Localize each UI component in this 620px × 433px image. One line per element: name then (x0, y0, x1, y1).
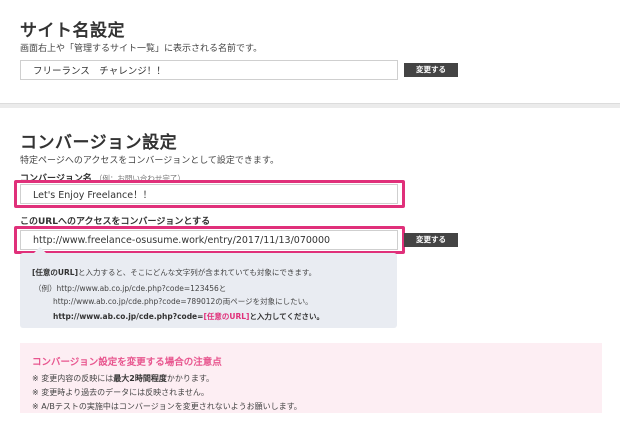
site-name-input[interactable] (20, 60, 398, 80)
notice-title: コンバージョン設定を変更する場合の注意点 (32, 357, 222, 368)
help-line-2: （例）http://www.ab.co.jp/cde.php?code=1234… (34, 284, 227, 293)
conversion-name-input[interactable] (20, 184, 398, 204)
help-line-4: http://www.ab.co.jp/cde.php?code=[任意のURL… (53, 312, 324, 321)
conversion-description: 特定ページへのアクセスをコンバージョンとして設定できます。 (20, 156, 280, 166)
notice-line-1: ※ 変更内容の反映には最大2時間程度かかります。 (32, 374, 215, 383)
help-line-1: [任意のURL]と入力すると、そこにどんな文字列が含まれていても対象にできます。 (32, 268, 317, 277)
site-name-description: 画面右上や「管理するサイト一覧」に表示される名前です。 (20, 44, 263, 54)
conversion-url-input[interactable] (20, 230, 398, 250)
notice-line-3: ※ A/Bテストの実施中はコンバージョンを変更されないようお願いします。 (32, 402, 302, 411)
conversion-title: コンバージョン設定 (20, 133, 178, 153)
site-name-change-button[interactable]: 変更する (404, 63, 458, 77)
site-name-settings-panel: サイト名設定 画面右上や「管理するサイト一覧」に表示される名前です。 変更する (0, 0, 620, 104)
site-name-title: サイト名設定 (20, 21, 125, 41)
conversion-change-button[interactable]: 変更する (404, 233, 458, 247)
notice-line-2: ※ 変更時より過去のデータには反映されません。 (32, 388, 209, 397)
help-line-3: http://www.ab.co.jp/cde.php?code=789012の… (53, 297, 313, 306)
